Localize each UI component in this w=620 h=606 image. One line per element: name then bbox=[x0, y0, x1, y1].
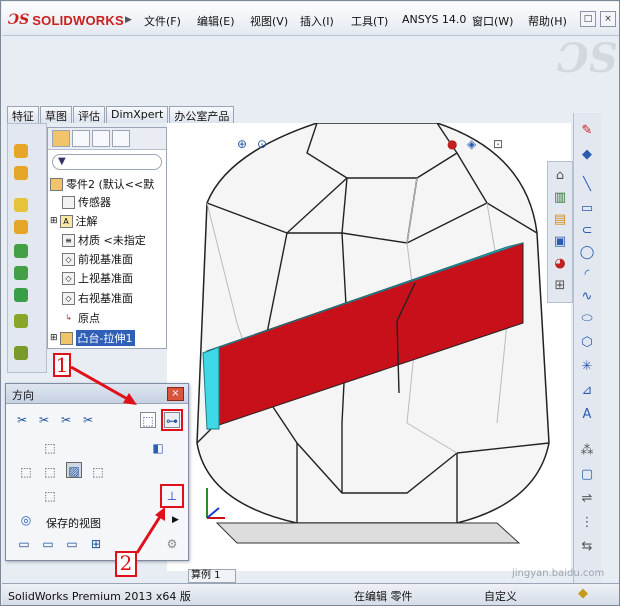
arrow-1 bbox=[70, 365, 132, 403]
status-product: SolidWorks Premium 2013 x64 版 bbox=[8, 590, 191, 603]
annotation-arrows bbox=[70, 365, 165, 554]
status-bar: SolidWorks Premium 2013 x64 版 在编辑 零件 自定义… bbox=[2, 568, 619, 605]
status-editing: 在编辑 零件 bbox=[354, 590, 413, 603]
arrow-2 bbox=[135, 514, 163, 554]
study-tab[interactable]: 算例 1 bbox=[188, 569, 236, 583]
solidworks-window: ƆS SOLIDWORKS ▶ 文件(F) 编辑(E) 视图(V) 插入(I) … bbox=[0, 0, 620, 606]
watermark-text: jingyan.baidu.com bbox=[512, 568, 605, 579]
callout-number-1: 1 bbox=[53, 353, 71, 377]
status-units[interactable]: 自定义 bbox=[484, 588, 517, 604]
help-icon[interactable]: ◆ bbox=[578, 586, 588, 601]
callout-number-2: 2 bbox=[115, 551, 137, 577]
